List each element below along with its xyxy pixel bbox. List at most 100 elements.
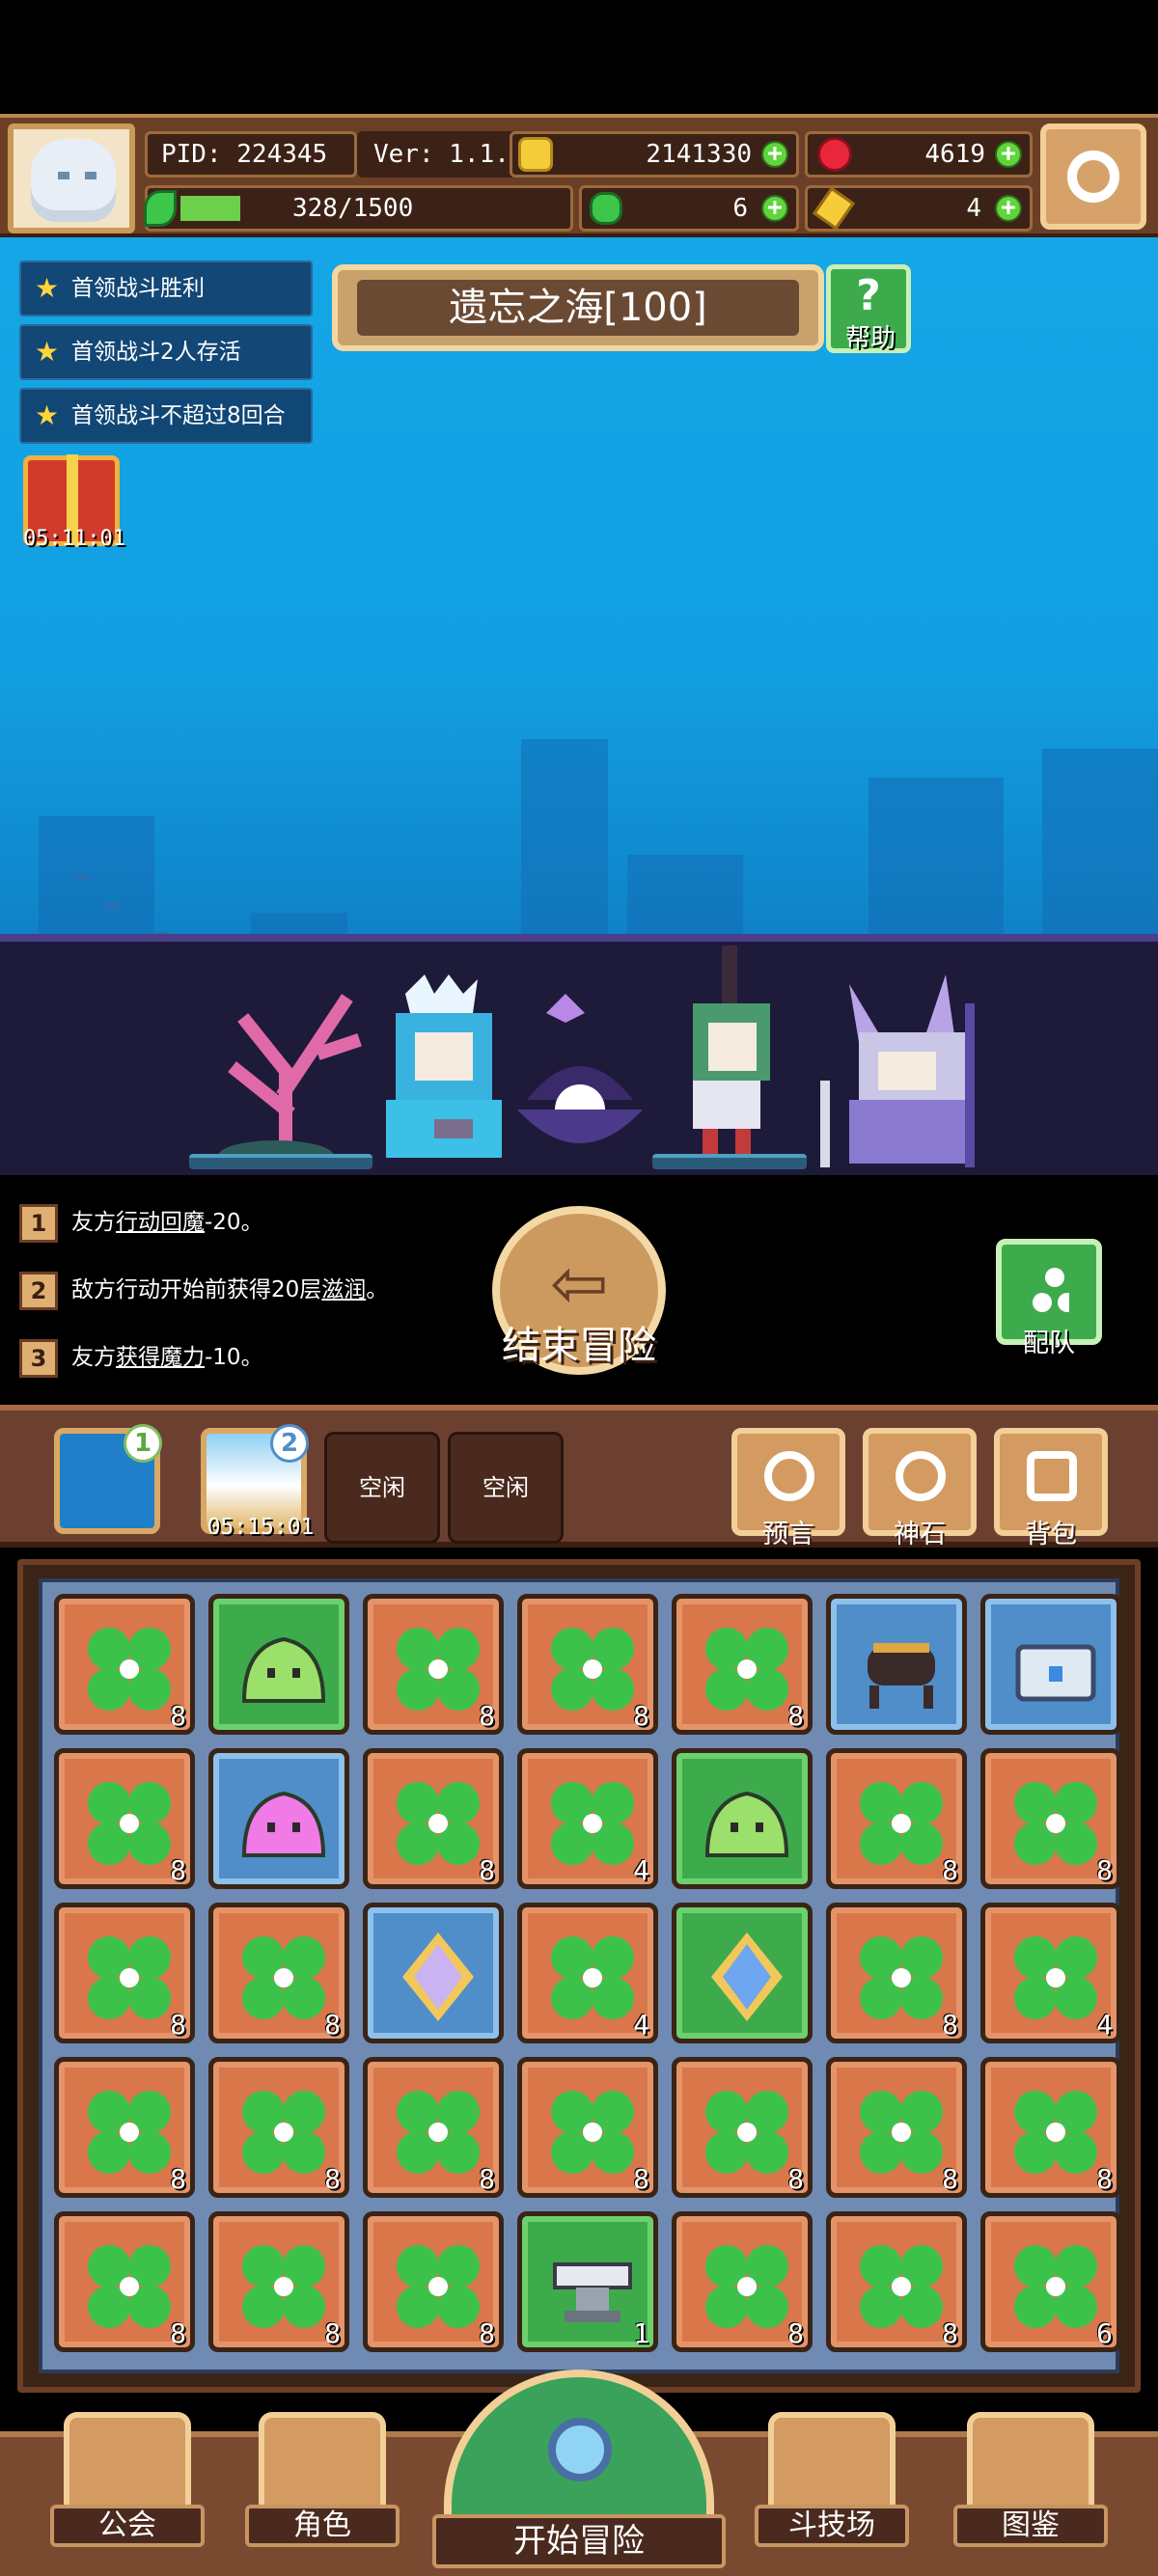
nav-arena[interactable]: 斗技场 [755,2412,909,2547]
clover-icon [1014,1936,1097,2019]
inventory-slot[interactable] [208,1594,349,1735]
item-count: 8 [1096,1854,1113,1886]
inventory-slot[interactable]: 8 [54,2057,195,2198]
nav-character[interactable]: 角色 [245,2412,400,2547]
inventory-slot[interactable]: 8 [980,2057,1121,2198]
gold-coin-icon [518,137,553,172]
inventory-slot[interactable]: 8 [672,1594,813,1735]
clover-icon [551,1936,634,2019]
settings-button[interactable] [1040,123,1146,230]
clover-icon [397,1628,480,1711]
item-count: 8 [479,2163,495,2195]
character-mermaid-queen[interactable] [357,974,511,1167]
stamina-leaf-icon [144,190,177,227]
event-slot-ocean[interactable]: 1 [54,1424,162,1534]
inventory-slot[interactable]: 8 [54,2211,195,2352]
nav-codex[interactable]: 图鉴 [953,2412,1108,2547]
inventory-slot[interactable]: 8 [208,1903,349,2043]
ruby-add-button[interactable]: + [995,141,1022,168]
gold-add-button[interactable]: + [761,141,788,168]
item-count: 4 [633,2009,649,2041]
inventory-slot[interactable]: 8 [826,2211,967,2352]
green-slime-icon [704,1791,789,1857]
idle-slot[interactable]: 空闲 [448,1432,564,1544]
buff-keyword[interactable]: 获得魔力 [116,1345,205,1370]
buff-item: 1 友方行动回魔-20。 [19,1196,263,1248]
inventory-slot[interactable] [208,1748,349,1889]
inventory-slot[interactable]: 8 [980,1748,1121,1889]
item-count: 8 [787,1700,804,1732]
buff-item: 3 友方获得魔力-10。 [19,1331,263,1384]
inventory-slot[interactable]: 8 [363,2211,504,2352]
event-slot-timer: 05:15:01 [207,1515,315,1540]
inventory-slot[interactable]: 4 [517,1748,658,1889]
inventory-slot[interactable]: 8 [672,2211,813,2352]
anvil-icon [553,2262,632,2322]
inventory-slot[interactable]: 8 [517,1594,658,1735]
item-count: 8 [633,1700,649,1732]
clover-icon [88,1628,171,1711]
book-icon [967,2412,1094,2518]
quest-label: 首领战斗不超过8回合 [71,403,286,428]
inventory-slot[interactable]: 8 [826,1903,967,2043]
inventory-slot[interactable]: 4 [517,1903,658,2043]
buff-text: 。 [366,1277,389,1302]
buff-number: 1 [19,1203,58,1243]
inventory-slot[interactable]: 8 [54,1748,195,1889]
inventory-slot[interactable]: 4 [980,1903,1121,2043]
inventory-slot[interactable] [826,1594,967,1735]
buff-text: -10。 [205,1345,263,1370]
character-knight[interactable] [811,965,1004,1167]
clover-counter: 6 + [579,185,799,232]
inventory-slot[interactable] [672,1903,813,2043]
quest-item[interactable]: ★ 首领战斗胜利 [19,260,313,316]
inventory-slot[interactable]: 8 [54,1903,195,2043]
inventory-slot[interactable]: 8 [826,2057,967,2198]
idle-slot[interactable]: 空闲 [324,1432,440,1544]
stamina-bar: 328/1500 [144,185,573,232]
buff-text: 友方 [71,1345,116,1370]
clover-icon [242,1936,325,2019]
nav-guild[interactable]: 公会 [50,2412,205,2547]
slot-badge: 2 [270,1424,309,1463]
inventory-slot[interactable]: 8 [672,2057,813,2198]
team-setup-label: 配队 [1023,1329,1075,1358]
godstone-label: 神石 [894,1520,946,1549]
blue-crystal-icon [711,1932,783,2021]
item-count: 8 [942,1854,958,1886]
inventory-panel: 8 8 8 8 8 8 4 8 8 8 8 4 8 4 8 8 8 8 8 8 8 8 8 8 1 8 8 6 [17,1559,1141,2393]
inventory-slot[interactable]: 8 [363,1748,504,1889]
inventory-slot[interactable]: 8 [363,2057,504,2198]
inventory-slot[interactable]: 8 [517,2057,658,2198]
star-icon: ★ [35,272,60,304]
inventory-slot[interactable]: 8 [54,1594,195,1735]
character-bunny-girl[interactable] [654,945,799,1158]
buff-text: 敌方行动开始前获得20层 [71,1277,322,1302]
avatar-eye-left [58,172,69,179]
inventory-slot[interactable] [672,1748,813,1889]
clover-add-button[interactable]: + [761,195,788,222]
inventory-slot[interactable]: 8 [826,1748,967,1889]
character-pearl-clam[interactable] [517,994,643,1167]
inventory-slot[interactable]: 8 [208,2057,349,2198]
key-add-button[interactable]: + [995,195,1022,222]
key-counter: 4 + [805,185,1033,232]
inventory-slot[interactable]: 6 [980,2211,1121,2352]
quest-item[interactable]: ★ 首领战斗2人存活 [19,324,313,380]
player-avatar[interactable] [8,123,135,233]
inventory-slot[interactable]: 1 [517,2211,658,2352]
clover-icon [242,2245,325,2328]
inventory-slot[interactable]: 8 [363,1594,504,1735]
clover-icon [397,2091,480,2174]
key-amount: 4 [966,194,981,223]
inventory-slot[interactable] [363,1903,504,2043]
clover-icon [551,1628,634,1711]
cauldron-icon [868,1643,935,1709]
buff-keyword[interactable]: 行动回魔 [116,1210,205,1235]
inventory-slot[interactable]: 8 [208,2211,349,2352]
quest-item[interactable]: ★ 首领战斗不超过8回合 [19,388,313,444]
nav-start-adventure[interactable]: 开始冒险 [432,2370,726,2576]
avatar-face [31,139,116,222]
buff-keyword[interactable]: 滋润 [321,1277,366,1302]
inventory-slot[interactable] [980,1594,1121,1735]
